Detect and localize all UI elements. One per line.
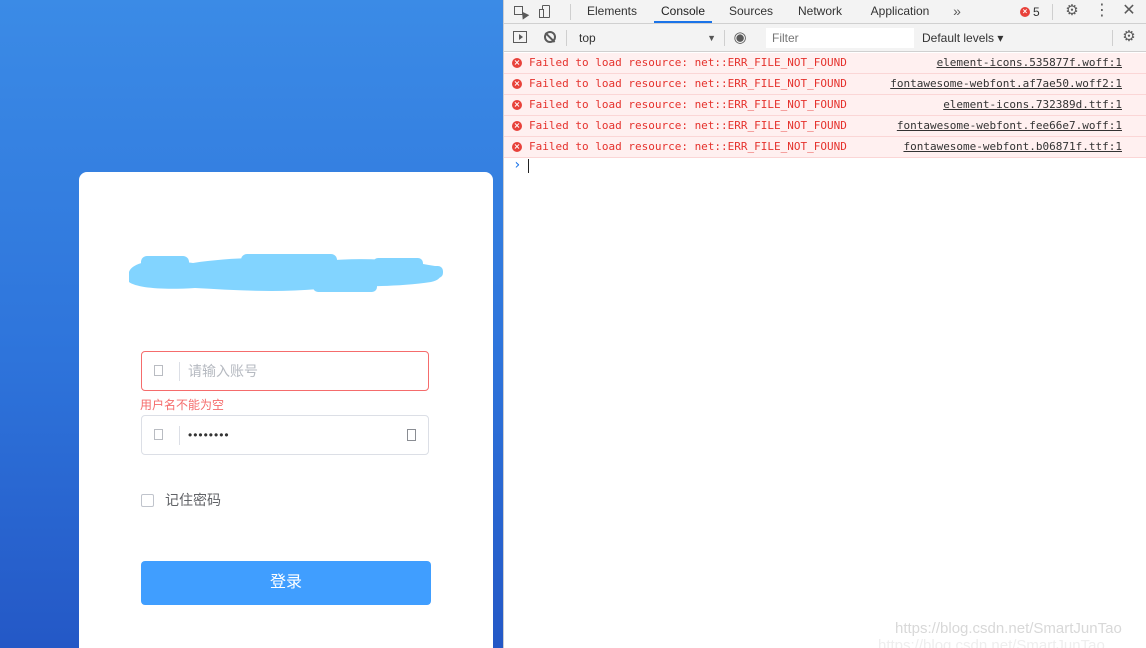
message-source-link[interactable]: element-icons.535877f.woff:1 <box>937 53 1122 73</box>
gear-icon[interactable]: ⚙ <box>1064 3 1080 19</box>
message-source-link[interactable]: fontawesome-webfont.b06871f.ttf:1 <box>903 137 1122 157</box>
context-value: top <box>579 31 596 45</box>
message-text: Failed to load resource: net::ERR_FILE_N… <box>529 140 847 153</box>
error-icon: × <box>512 121 522 131</box>
message-source-link[interactable]: fontawesome-webfont.fee66e7.woff:1 <box>897 116 1122 136</box>
inspect-element-icon[interactable] <box>512 4 530 20</box>
toolbar-divider <box>1052 4 1053 20</box>
toolbar-divider <box>566 30 567 46</box>
prefix-divider <box>179 362 180 381</box>
error-icon: × <box>512 100 522 110</box>
remember-checkbox[interactable] <box>141 493 154 507</box>
console-message: × Failed to load resource: net::ERR_FILE… <box>504 95 1146 116</box>
clear-console-icon[interactable] <box>544 31 556 43</box>
redacted-logo <box>129 254 443 292</box>
tab-console[interactable]: Console <box>654 0 712 23</box>
error-icon: × <box>512 58 522 68</box>
sidebar-toggle-icon[interactable] <box>513 31 527 43</box>
eye-icon[interactable]: ◉ <box>731 29 749 47</box>
console-prompt-icon: › <box>513 157 522 173</box>
message-text: Failed to load resource: net::ERR_FILE_N… <box>529 56 847 69</box>
devtools-tabbar: Elements Console Sources Network Applica… <box>504 0 1146 24</box>
username-error-message: 用户名不能为空 <box>140 398 225 412</box>
login-button[interactable]: 登录 <box>141 561 431 605</box>
console-messages: × Failed to load resource: net::ERR_FILE… <box>504 52 1146 648</box>
password-value: •••••••• <box>188 428 230 442</box>
login-card: 请输入账号 用户名不能为空 •••••••• 记住密码 登录 <box>79 172 493 648</box>
devtools-panel: Elements Console Sources Network Applica… <box>503 0 1146 648</box>
tab-sources[interactable]: Sources <box>726 0 776 23</box>
error-icon: × <box>512 79 522 89</box>
error-icon: × <box>512 142 522 152</box>
user-icon <box>154 365 163 376</box>
tab-application[interactable]: Application <box>866 0 934 23</box>
password-field[interactable]: •••••••• <box>141 415 429 455</box>
console-settings-gear-icon[interactable]: ⚙ <box>1121 29 1137 45</box>
log-levels-select[interactable]: Default levels ▾ <box>922 28 1003 48</box>
console-message: × Failed to load resource: net::ERR_FILE… <box>504 74 1146 95</box>
console-toolbar: top ▼ ◉ Default levels ▾ ⚙ <box>504 24 1146 52</box>
device-toolbar-icon[interactable] <box>538 4 554 20</box>
login-page: 请输入账号 用户名不能为空 •••••••• 记住密码 登录 <box>0 0 503 648</box>
error-count-value: 5 <box>1033 5 1040 19</box>
toolbar-divider <box>724 30 725 46</box>
toolbar-divider <box>1112 30 1113 46</box>
console-message: × Failed to load resource: net::ERR_FILE… <box>504 116 1146 137</box>
prefix-divider <box>179 426 180 445</box>
toolbar-divider <box>570 4 571 20</box>
filter-input[interactable] <box>766 28 914 48</box>
error-counter[interactable]: × 5 <box>1020 4 1040 20</box>
message-text: Failed to load resource: net::ERR_FILE_N… <box>529 98 847 111</box>
tab-network[interactable]: Network <box>794 0 846 23</box>
show-password-icon[interactable] <box>407 429 416 441</box>
console-input-caret[interactable] <box>528 159 529 173</box>
watermark-shadow: https://blog.csdn.net/SmartJunTao <box>878 637 1105 648</box>
message-text: Failed to load resource: net::ERR_FILE_N… <box>529 119 847 132</box>
console-message: × Failed to load resource: net::ERR_FILE… <box>504 137 1146 158</box>
console-message: × Failed to load resource: net::ERR_FILE… <box>504 53 1146 74</box>
lock-icon <box>154 429 163 440</box>
screen: 请输入账号 用户名不能为空 •••••••• 记住密码 登录 Elements … <box>0 0 1146 648</box>
message-source-link[interactable]: fontawesome-webfont.af7ae50.woff2:1 <box>890 74 1122 94</box>
chevron-down-icon: ▼ <box>707 33 716 43</box>
tab-elements[interactable]: Elements <box>584 0 640 23</box>
error-icon: × <box>1020 7 1030 17</box>
username-field[interactable]: 请输入账号 <box>141 351 429 391</box>
username-placeholder: 请输入账号 <box>188 363 258 379</box>
more-tabs-icon[interactable]: » <box>950 3 964 19</box>
remember-label[interactable]: 记住密码 <box>165 490 221 510</box>
message-text: Failed to load resource: net::ERR_FILE_N… <box>529 77 847 90</box>
watermark: https://blog.csdn.net/SmartJunTao <box>895 620 1122 637</box>
remember-password[interactable]: 记住密码 <box>141 492 221 508</box>
context-select[interactable]: top ▼ <box>572 28 720 48</box>
kebab-menu-icon[interactable]: ⋮ <box>1094 3 1110 19</box>
message-source-link[interactable]: element-icons.732389d.ttf:1 <box>943 95 1122 115</box>
close-icon[interactable]: ✕ <box>1121 3 1137 19</box>
